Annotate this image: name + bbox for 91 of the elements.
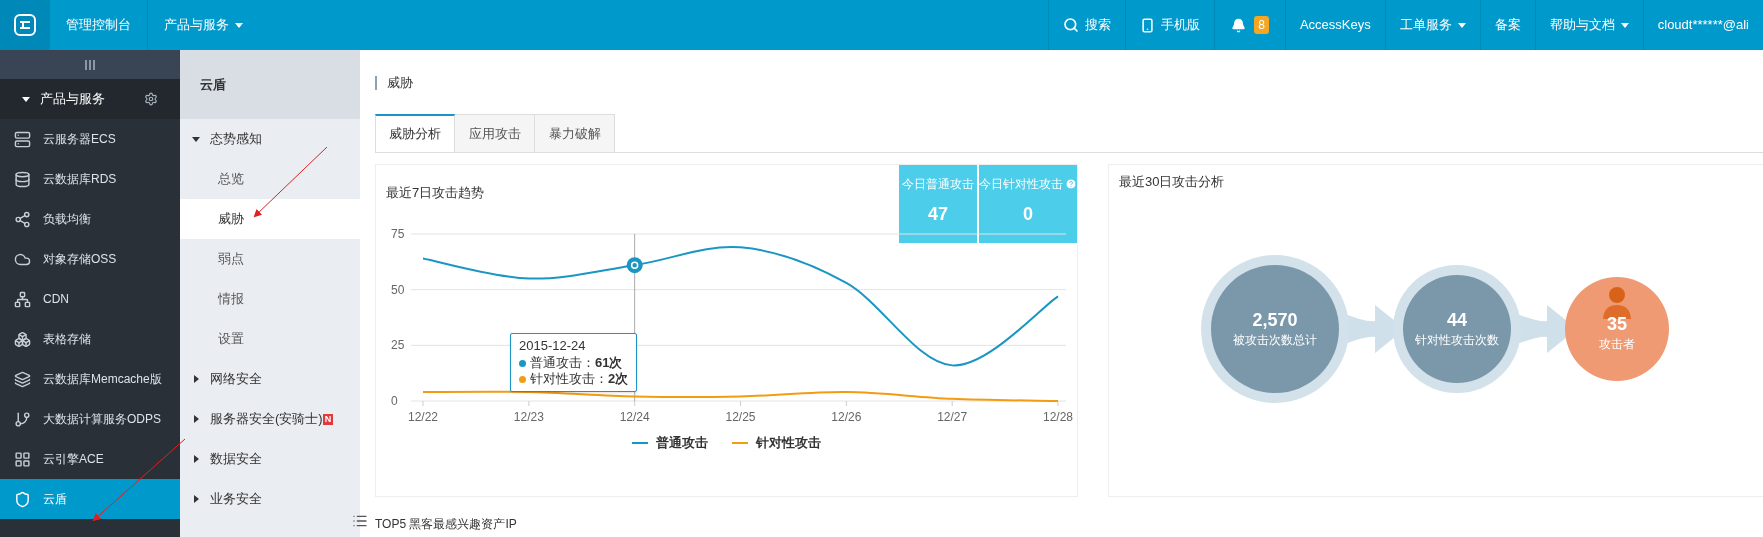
product-icon [14, 210, 31, 228]
section-title: TOP5 黑客最感兴趣资产IP [375, 516, 518, 533]
nav-group[interactable]: 服务器安全(安骑士)N [180, 399, 360, 439]
phone-icon [1140, 17, 1156, 33]
legend-label: 普通攻击 [656, 434, 708, 452]
sub-nav-item[interactable]: 总览 [180, 159, 360, 199]
sidebar-item[interactable]: 云服务器ECS [0, 119, 180, 159]
new-badge: N [322, 413, 334, 425]
hover-point-icon [626, 257, 643, 274]
axis-label: 12/27 [937, 410, 968, 424]
axis-label: 50 [391, 282, 405, 297]
nav-group[interactable]: 业务安全 [180, 479, 360, 519]
axis-label: 12/25 [725, 410, 756, 424]
caret-icon [192, 495, 200, 503]
sidebar-item[interactable]: 云数据库RDS [0, 159, 180, 199]
caret-icon [1620, 21, 1629, 29]
axis-label: 25 [391, 338, 405, 353]
page-title: 威胁 [375, 76, 413, 90]
sidebar-item[interactable]: 大数据计算服务ODPS [0, 399, 180, 439]
stat-tile-label: 今日普通攻击 [902, 176, 974, 193]
search-icon [1063, 17, 1080, 33]
product-icon [14, 290, 31, 308]
product-icon [14, 170, 31, 188]
sidebar-header[interactable]: 产品与服务 [0, 79, 180, 119]
list-icon[interactable] [352, 513, 368, 529]
nav-group[interactable]: 态势感知 [180, 119, 360, 159]
bell-icon [1231, 17, 1247, 33]
sub-nav-item[interactable]: 情报 [180, 279, 360, 319]
sidebar-item[interactable]: 云数据库Memcache版 [0, 359, 180, 399]
axis-label: 12/28 [1043, 410, 1073, 424]
person-icon [1600, 284, 1634, 319]
collapse-handle[interactable] [0, 50, 180, 79]
stat-value: 44 [1447, 308, 1467, 331]
settings-icon [144, 92, 158, 106]
nav-group-label: 数据安全 [210, 450, 262, 469]
card-title: 最近30日攻击分析 [1119, 173, 1225, 191]
stat-label: 被攻击次数总计 [1233, 331, 1317, 349]
product-icon [14, 450, 31, 468]
caret-icon [235, 21, 243, 29]
product-icon [14, 370, 31, 388]
product-icon [14, 130, 31, 148]
legend-line-icon [732, 441, 748, 444]
stat-tile-label: 今日针对性攻击 [979, 176, 1063, 193]
nav-group-label: 服务器安全(安骑士) [210, 410, 323, 429]
product-icon [14, 490, 31, 508]
nav-group-label: 业务安全 [210, 490, 262, 509]
stat-value: 2,570 [1252, 308, 1298, 331]
logo-icon[interactable] [0, 0, 50, 50]
card-title: 最近7日攻击趋势 [386, 184, 485, 202]
axis-label: 0 [391, 394, 398, 408]
product-icon [14, 410, 31, 428]
nav-group-label: 网络安全 [210, 370, 262, 389]
sub-nav-item[interactable]: 设置 [180, 319, 360, 359]
nav-group[interactable]: 数据安全 [180, 439, 360, 479]
tab[interactable]: 应用攻击 [455, 114, 535, 152]
tooltip-date: 2015-12-24 [519, 338, 587, 354]
nav-group[interactable]: 网络安全 [180, 359, 360, 399]
caret-icon [192, 375, 200, 383]
notification-count: 8 [1254, 16, 1269, 34]
tooltip-text: 普通攻击：61次 [530, 355, 623, 371]
legend-label: 针对性攻击 [756, 434, 821, 452]
stat-value: 35 [1607, 312, 1627, 335]
sidebar-item[interactable]: 负载均衡 [0, 199, 180, 239]
caret-icon [192, 455, 200, 463]
stat-tile-value: 0 [1023, 203, 1033, 226]
sub-nav-item[interactable]: 弱点 [180, 239, 360, 279]
sidebar-item[interactable]: 对象存储OSS [0, 239, 180, 279]
stat-label: 攻击者 [1599, 335, 1635, 353]
sub-nav-item[interactable]: 威胁 [180, 199, 360, 239]
stat-label: 针对性攻击次数 [1415, 331, 1499, 349]
axis-label: 12/23 [513, 410, 544, 424]
sidebar-header-label: 产品与服务 [40, 90, 106, 109]
handle-icon [84, 59, 96, 70]
axis-label: 12/24 [619, 410, 650, 424]
caret-icon [192, 135, 200, 143]
nav-group-label: 态势感知 [210, 130, 262, 149]
legend-line-icon [632, 441, 648, 444]
product-icon [14, 330, 31, 348]
tab[interactable]: 威胁分析 [375, 114, 455, 152]
axis-label: 12/22 [408, 410, 438, 424]
sidebar-item[interactable]: 云引擎ACE [0, 439, 180, 479]
tooltip-text: 针对性攻击：2次 [530, 371, 629, 387]
axis-label: 75 [391, 227, 405, 241]
sub-sidebar-title: 云盾 [180, 50, 360, 119]
caret-icon [192, 415, 200, 423]
caret-icon [1457, 21, 1466, 29]
sidebar-item[interactable]: 表格存储 [0, 319, 180, 359]
sidebar-item[interactable]: CDN [0, 279, 180, 319]
tab[interactable]: 暴力破解 [535, 114, 615, 152]
stat-tile-value: 47 [928, 203, 948, 226]
axis-label: 12/26 [831, 410, 862, 424]
